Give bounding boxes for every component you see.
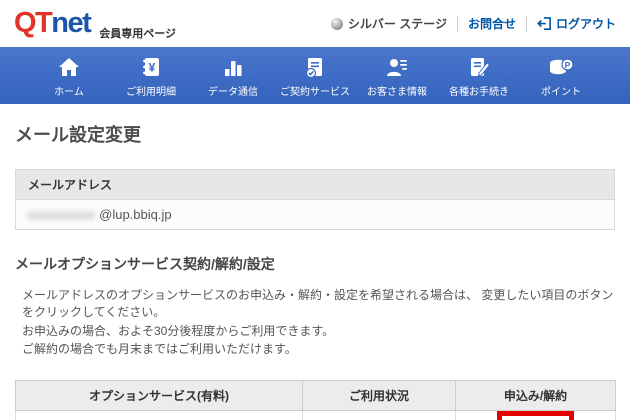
mail-address-value: xxxxxxxxx @lup.bbiq.jp [16, 200, 614, 229]
nav-item-procedures[interactable]: 各種お手続き [438, 54, 520, 98]
description-line: メールアドレスのオプションサービスのお申込み・解約・設定を希望される場合は、 変… [22, 287, 615, 322]
header-utility-links: シルバー ステージ お問合せ ログアウト [331, 15, 616, 32]
silver-stage-icon [331, 18, 343, 30]
main-navigation: ホーム ¥ ご利用明細 データ通信 [0, 47, 630, 104]
divider [457, 16, 458, 32]
nav-item-customer-info[interactable]: お客さま情報 [356, 54, 438, 98]
nav-label: ポイント [541, 83, 581, 98]
svg-text:¥: ¥ [149, 61, 156, 75]
table-row-mail-security: メールセキュリティ ご利用中 解約 [16, 410, 616, 420]
col-header-action: 申込み/解約 [456, 380, 616, 410]
main-content: メール設定変更 メールアドレス xxxxxxxxx @lup.bbiq.jp メ… [0, 121, 630, 420]
svg-text:P: P [565, 60, 571, 70]
qtnet-logo[interactable]: QTnet [14, 9, 90, 38]
description-line: ご解約の場合でも月末まではご利用いただけます。 [22, 341, 615, 358]
bill-yen-icon: ¥ [139, 54, 163, 80]
nav-label: ご利用明細 [126, 83, 176, 98]
contact-link[interactable]: お問合せ [468, 15, 516, 32]
nav-label: ご契約サービス [280, 83, 350, 98]
stage-indicator: シルバー ステージ [331, 15, 447, 32]
nav-label: 各種お手続き [449, 83, 509, 98]
divider [526, 16, 527, 32]
stage-label: シルバー ステージ [348, 15, 447, 32]
nav-label: お客さま情報 [367, 83, 427, 98]
bar-chart-icon [221, 54, 245, 80]
document-pencil-icon [467, 54, 491, 80]
mail-domain: @lup.bbiq.jp [99, 207, 171, 222]
points-coin-icon: P [548, 54, 574, 80]
contact-label: お問合せ [468, 15, 516, 32]
mail-address-panel: メールアドレス xxxxxxxxx @lup.bbiq.jp [15, 169, 615, 230]
logout-icon [537, 16, 552, 31]
header: QTnet 会員専用ページ シルバー ステージ お問合せ ログアウト [0, 0, 630, 47]
nav-item-usage-details[interactable]: ¥ ご利用明細 [110, 54, 192, 98]
nav-item-contract-services[interactable]: ご契約サービス [274, 54, 356, 98]
nav-item-data-usage[interactable]: データ通信 [192, 54, 274, 98]
page-title: メール設定変更 [15, 121, 615, 147]
usage-status: ご利用中 [303, 410, 456, 420]
section-title: メールオプションサービス契約/解約/設定 [15, 254, 615, 274]
table-header-row: オプションサービス(有料) ご利用状況 申込み/解約 [16, 380, 616, 410]
logout-link[interactable]: ログアウト [537, 15, 616, 32]
service-name: メールセキュリティ [16, 410, 303, 420]
masked-local-part: xxxxxxxxx [28, 207, 96, 222]
mail-address-header: メールアドレス [16, 170, 614, 200]
logo-text-blue: net [51, 7, 90, 39]
option-service-table: オプションサービス(有料) ご利用状況 申込み/解約 メールセキュリティ ご利用… [15, 380, 616, 420]
col-header-status: ご利用状況 [303, 380, 456, 410]
nav-label: データ通信 [208, 83, 258, 98]
highlight-annotation-box [497, 411, 573, 420]
home-icon [57, 54, 81, 80]
nav-item-home[interactable]: ホーム [28, 54, 110, 98]
col-header-service: オプションサービス(有料) [16, 380, 303, 410]
contract-check-icon [303, 54, 327, 80]
logo-text-red: QT [14, 7, 51, 39]
nav-item-points[interactable]: P ポイント [520, 54, 602, 98]
logout-label: ログアウト [556, 15, 616, 32]
nav-label: ホーム [54, 83, 84, 98]
description-line: お申込みの場合、およそ30分後程度からご利用できます。 [22, 323, 615, 340]
description-text: メールアドレスのオプションサービスのお申込み・解約・設定を希望される場合は、 変… [15, 287, 615, 359]
person-icon [385, 54, 409, 80]
member-page-subtitle: 会員専用ページ [99, 25, 176, 47]
